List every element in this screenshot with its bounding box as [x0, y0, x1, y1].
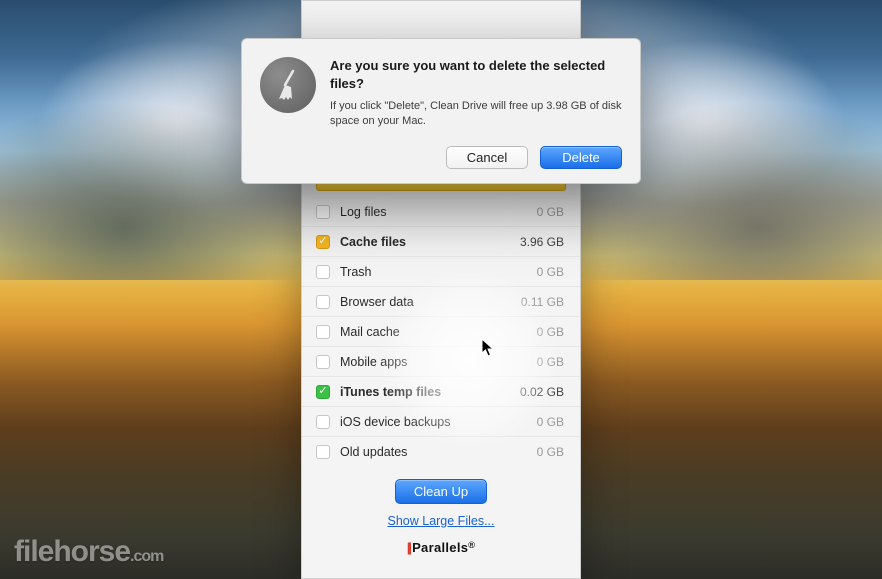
- category-row[interactable]: iOS device backups0 GB: [302, 407, 580, 437]
- watermark: filehorse.com: [14, 535, 163, 569]
- category-checkbox[interactable]: [316, 295, 330, 309]
- category-size: 0 GB: [537, 415, 564, 429]
- category-row[interactable]: Browser data0.11 GB: [302, 287, 580, 317]
- category-row[interactable]: Old updates0 GB: [302, 437, 580, 467]
- parallels-logo-icon: ||: [407, 540, 410, 555]
- category-checkbox[interactable]: [316, 325, 330, 339]
- category-checkbox[interactable]: [316, 265, 330, 279]
- category-checkbox[interactable]: ✓: [316, 235, 330, 249]
- delete-button[interactable]: Delete: [540, 146, 622, 169]
- category-row[interactable]: Log files0 GB: [302, 197, 580, 227]
- category-size: 0 GB: [537, 265, 564, 279]
- category-label: Browser data: [340, 295, 521, 309]
- category-list: Log files0 GB✓Cache files3.96 GBTrash0 G…: [302, 195, 580, 473]
- category-checkbox[interactable]: [316, 415, 330, 429]
- desktop-background: Log files0 GB✓Cache files3.96 GBTrash0 G…: [0, 0, 882, 579]
- category-row[interactable]: ✓ iTunes temp files0.02 GB: [302, 377, 580, 407]
- cancel-button[interactable]: Cancel: [446, 146, 528, 169]
- category-size: 3.96 GB: [520, 235, 564, 249]
- category-label: iOS device backups: [340, 415, 537, 429]
- category-label: Mobile apps: [340, 355, 537, 369]
- brand-label: ||Parallels®: [302, 534, 580, 563]
- category-size: 0 GB: [537, 445, 564, 459]
- category-row[interactable]: ✓ Cache files3.96 GB: [302, 227, 580, 257]
- category-checkbox[interactable]: [316, 355, 330, 369]
- confirm-delete-dialog: Are you sure you want to delete the sele…: [241, 38, 641, 184]
- dialog-message: If you click "Delete", Clean Drive will …: [330, 99, 622, 130]
- clean-up-button[interactable]: Clean Up: [395, 479, 487, 504]
- category-label: Cache files: [340, 235, 520, 249]
- dialog-title: Are you sure you want to delete the sele…: [330, 57, 622, 92]
- category-size: 0 GB: [537, 355, 564, 369]
- category-size: 0.02 GB: [520, 385, 564, 399]
- category-size: 0.11 GB: [521, 295, 564, 309]
- category-checkbox[interactable]: ✓: [316, 385, 330, 399]
- category-size: 0 GB: [537, 325, 564, 339]
- category-row[interactable]: Mobile apps0 GB: [302, 347, 580, 377]
- category-checkbox[interactable]: [316, 445, 330, 459]
- show-large-files-link[interactable]: Show Large Files...: [302, 514, 580, 528]
- category-label: iTunes temp files: [340, 385, 520, 399]
- category-label: Log files: [340, 205, 537, 219]
- broom-icon: [260, 57, 316, 113]
- category-row[interactable]: Trash0 GB: [302, 257, 580, 287]
- category-row[interactable]: Mail cache0 GB: [302, 317, 580, 347]
- category-label: Trash: [340, 265, 537, 279]
- category-size: 0 GB: [537, 205, 564, 219]
- category-label: Mail cache: [340, 325, 537, 339]
- category-checkbox[interactable]: [316, 205, 330, 219]
- category-label: Old updates: [340, 445, 537, 459]
